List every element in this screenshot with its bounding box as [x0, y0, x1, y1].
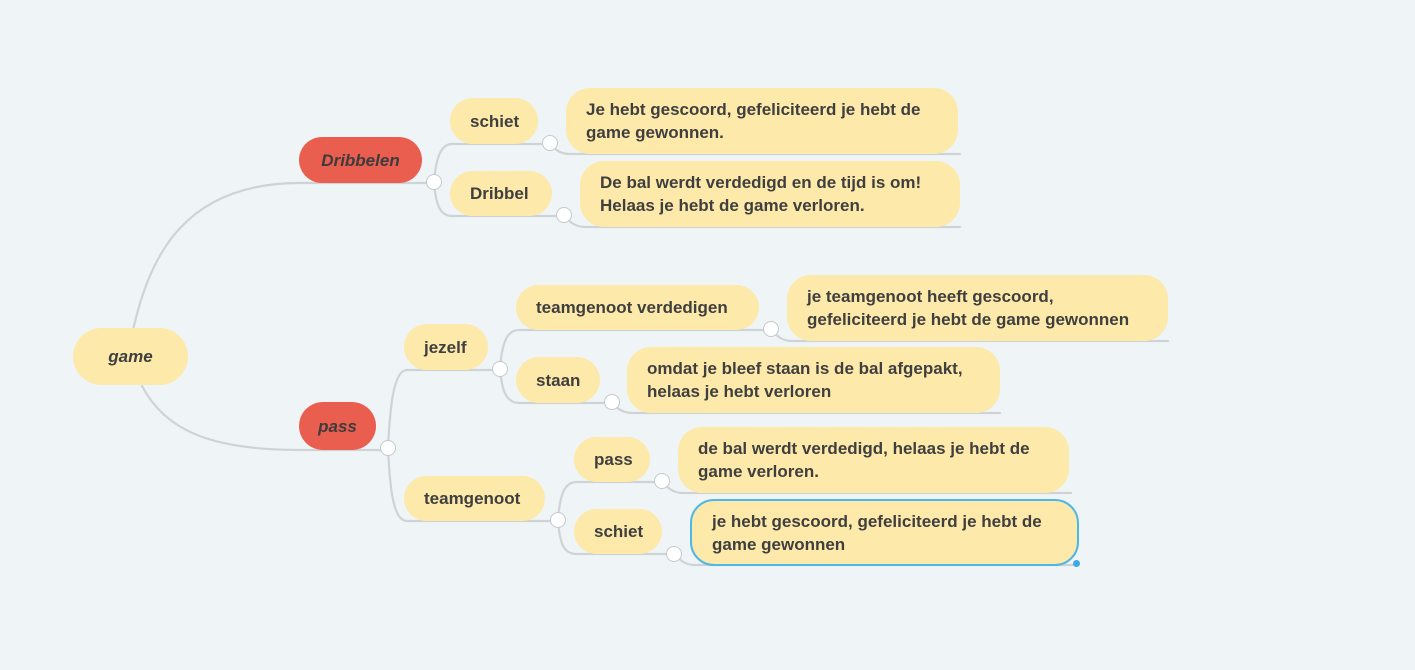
node-game[interactable]: game	[73, 328, 188, 385]
collapse-toggle-dribbelen[interactable]	[426, 174, 442, 190]
node-result-teamgenoot-verdedigen[interactable]: je teamgenoot heeft gescoord, gefelicite…	[787, 275, 1168, 341]
node-result-schiet-gewonnen-selected[interactable]: je hebt gescoord, gefeliciteerd je hebt …	[690, 499, 1079, 566]
collapse-toggle-dribbelen-schiet[interactable]	[542, 135, 558, 151]
connector-pass-jezelf	[386, 368, 409, 449]
collapse-toggle-teamgenoot-verdedigen[interactable]	[763, 321, 779, 337]
collapse-toggle-jezelf[interactable]	[492, 361, 508, 377]
node-dribbelen[interactable]: Dribbelen	[299, 137, 422, 183]
collapse-toggle-dribbelen-dribbel[interactable]	[556, 207, 572, 223]
selection-resize-handle[interactable]	[1073, 560, 1080, 567]
collapse-toggle-pass[interactable]	[380, 440, 396, 456]
collapse-toggle-teamgenoot-pass[interactable]	[654, 473, 670, 489]
node-jezelf-staan[interactable]: staan	[516, 357, 600, 403]
node-result-pass-verloren[interactable]: de bal werdt verdedigd, helaas je hebt d…	[678, 427, 1069, 493]
mindmap-canvas: game Dribbelen pass schiet Dribbel Je he…	[0, 0, 1415, 670]
node-result-staan[interactable]: omdat je bleef staan is de bal afgepakt,…	[627, 347, 1000, 413]
node-result-schiet-gewonnen[interactable]: Je hebt gescoord, gefeliciteerd je hebt …	[566, 88, 958, 154]
node-pass-jezelf[interactable]: jezelf	[404, 324, 488, 370]
node-pass[interactable]: pass	[299, 402, 376, 450]
collapse-toggle-teamgenoot[interactable]	[550, 512, 566, 528]
connector-game-pass	[140, 384, 302, 452]
node-result-dribbel-verloren[interactable]: De bal werdt verdedigd en de tijd is om!…	[580, 161, 960, 227]
connector-game-dribbelen	[131, 181, 302, 332]
node-pass-teamgenoot[interactable]: teamgenoot	[404, 476, 545, 521]
collapse-toggle-staan[interactable]	[604, 394, 620, 410]
node-teamgenoot-schiet[interactable]: schiet	[574, 509, 662, 554]
node-jezelf-teamgenoot-verdedigen[interactable]: teamgenoot verdedigen	[516, 285, 759, 330]
node-dribbelen-schiet[interactable]: schiet	[450, 98, 538, 144]
collapse-toggle-teamgenoot-schiet[interactable]	[666, 546, 682, 562]
node-teamgenoot-pass[interactable]: pass	[574, 437, 650, 482]
node-dribbelen-dribbel[interactable]: Dribbel	[450, 171, 552, 216]
connector-pass-teamgenoot	[386, 447, 409, 523]
